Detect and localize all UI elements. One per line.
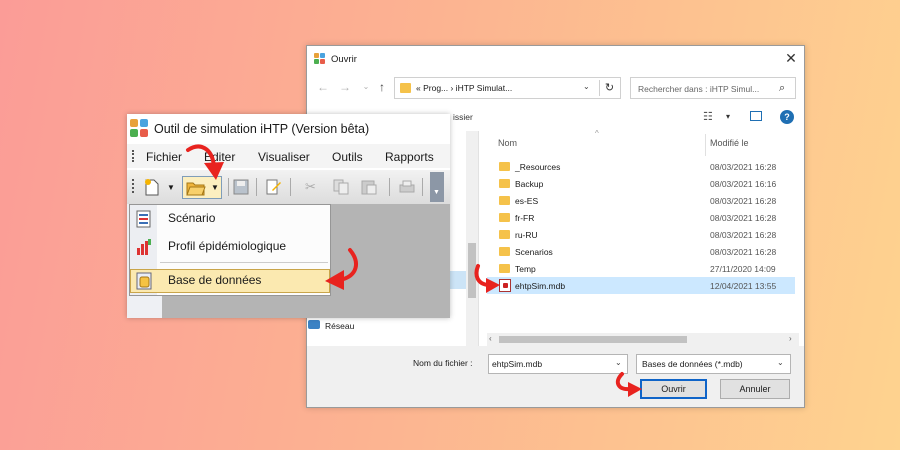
arrowhead-mdb — [486, 278, 500, 293]
annotation-arrows — [186, 144, 642, 397]
arrowhead-ouvrir — [628, 382, 642, 397]
arrowhead-database — [325, 270, 344, 290]
arrowhead-open — [204, 162, 224, 180]
